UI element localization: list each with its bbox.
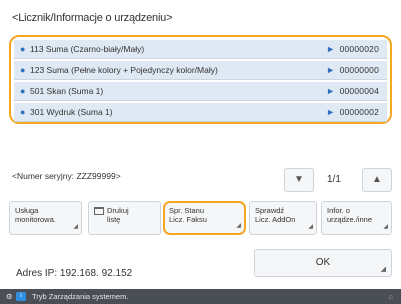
counter-label: 113 Suma (Czarno-biały/Mały)	[30, 44, 145, 54]
button-label-line2: listę	[107, 215, 121, 224]
button-label-line2: urządze./inne	[327, 215, 373, 224]
status-bar: ⚙ i Tryb Zarządzania systemem. ⌂	[0, 289, 401, 304]
arrow-right-icon: ►	[326, 44, 335, 54]
counter-value: 00000000	[339, 65, 379, 75]
ok-label: OK	[315, 257, 331, 268]
counter-value: 00000002	[339, 107, 379, 117]
bullet-icon: ●	[20, 107, 26, 117]
network-icon: ⌂	[388, 292, 393, 301]
counter-row[interactable]: ● 501 Skan (Suma 1) ► 00000004	[14, 82, 387, 101]
page-down-button[interactable]: ▼	[284, 168, 314, 192]
corner-arrow-icon: ◢	[236, 223, 241, 229]
device-info-button[interactable]: Infor. o urządze./inne ◢	[321, 201, 392, 235]
arrow-up-icon: ▲	[372, 174, 382, 185]
bullet-icon: ●	[20, 44, 26, 54]
ip-address: Adres IP: 192.168. 92.152	[16, 268, 133, 279]
counter-row[interactable]: ● 301 Wydruk (Suma 1) ► 00000002	[14, 103, 387, 122]
counter-value: 00000004	[339, 86, 379, 96]
button-label-line1: Sprawdź	[255, 206, 285, 215]
corner-arrow-icon: ◢	[380, 266, 386, 273]
page-up-button[interactable]: ▲	[362, 168, 392, 192]
counter-value: 00000020	[339, 44, 379, 54]
button-label-line1: Infor. o	[327, 206, 350, 215]
button-label-line1: Usługa	[15, 206, 39, 215]
arrow-right-icon: ►	[326, 86, 335, 96]
counter-label: 301 Wydruk (Suma 1)	[30, 107, 113, 117]
monitoring-service-button[interactable]: Usługa monitorowa. ◢	[9, 201, 82, 235]
button-label-line2: monitorowa.	[15, 215, 56, 224]
ok-button[interactable]: OK ◢	[254, 249, 392, 277]
serial-number: <Numer seryjny: ZZZ99999>	[12, 171, 121, 181]
arrow-right-icon: ►	[326, 107, 335, 117]
arrow-down-icon: ▼	[294, 174, 304, 185]
counter-label: 501 Skan (Suma 1)	[30, 86, 104, 96]
corner-arrow-icon: ◢	[73, 224, 78, 230]
arrow-right-icon: ►	[326, 65, 335, 75]
button-label-line1: Drukuj	[107, 206, 129, 215]
check-fax-counter-button[interactable]: Spr. Stanu Licz. Faksu ◢	[163, 201, 246, 235]
counter-row[interactable]: ● 123 Suma (Pełne kolory + Pojedynczy ko…	[14, 61, 387, 80]
bullet-icon: ●	[20, 86, 26, 96]
page-indicator: 1/1	[327, 174, 341, 185]
bullet-icon: ●	[20, 65, 26, 75]
corner-arrow-icon: ◢	[383, 224, 388, 230]
status-icon: ⚙	[6, 292, 13, 301]
counter-row[interactable]: ● 113 Suma (Czarno-biały/Mały) ► 0000002…	[14, 40, 387, 59]
check-addon-counter-button[interactable]: Sprawdź Licz. AddOn ◢	[249, 201, 317, 235]
button-label-line2: Licz. AddOn	[255, 215, 296, 224]
counter-list: ● 113 Suma (Czarno-biały/Mały) ► 0000002…	[9, 35, 392, 124]
counter-label: 123 Suma (Pełne kolory + Pojedynczy kolo…	[30, 65, 218, 75]
print-list-button[interactable]: Drukuj listę	[88, 201, 161, 235]
button-label-line2: Licz. Faksu	[169, 215, 207, 224]
page-title: <Licznik/Informacje o urządzeniu>	[12, 12, 173, 24]
button-label-line1: Spr. Stanu	[169, 206, 205, 215]
print-icon	[94, 207, 104, 215]
status-text: Tryb Zarządzania systemem.	[32, 292, 129, 301]
info-icon: i	[16, 292, 26, 301]
corner-arrow-icon: ◢	[308, 224, 313, 230]
